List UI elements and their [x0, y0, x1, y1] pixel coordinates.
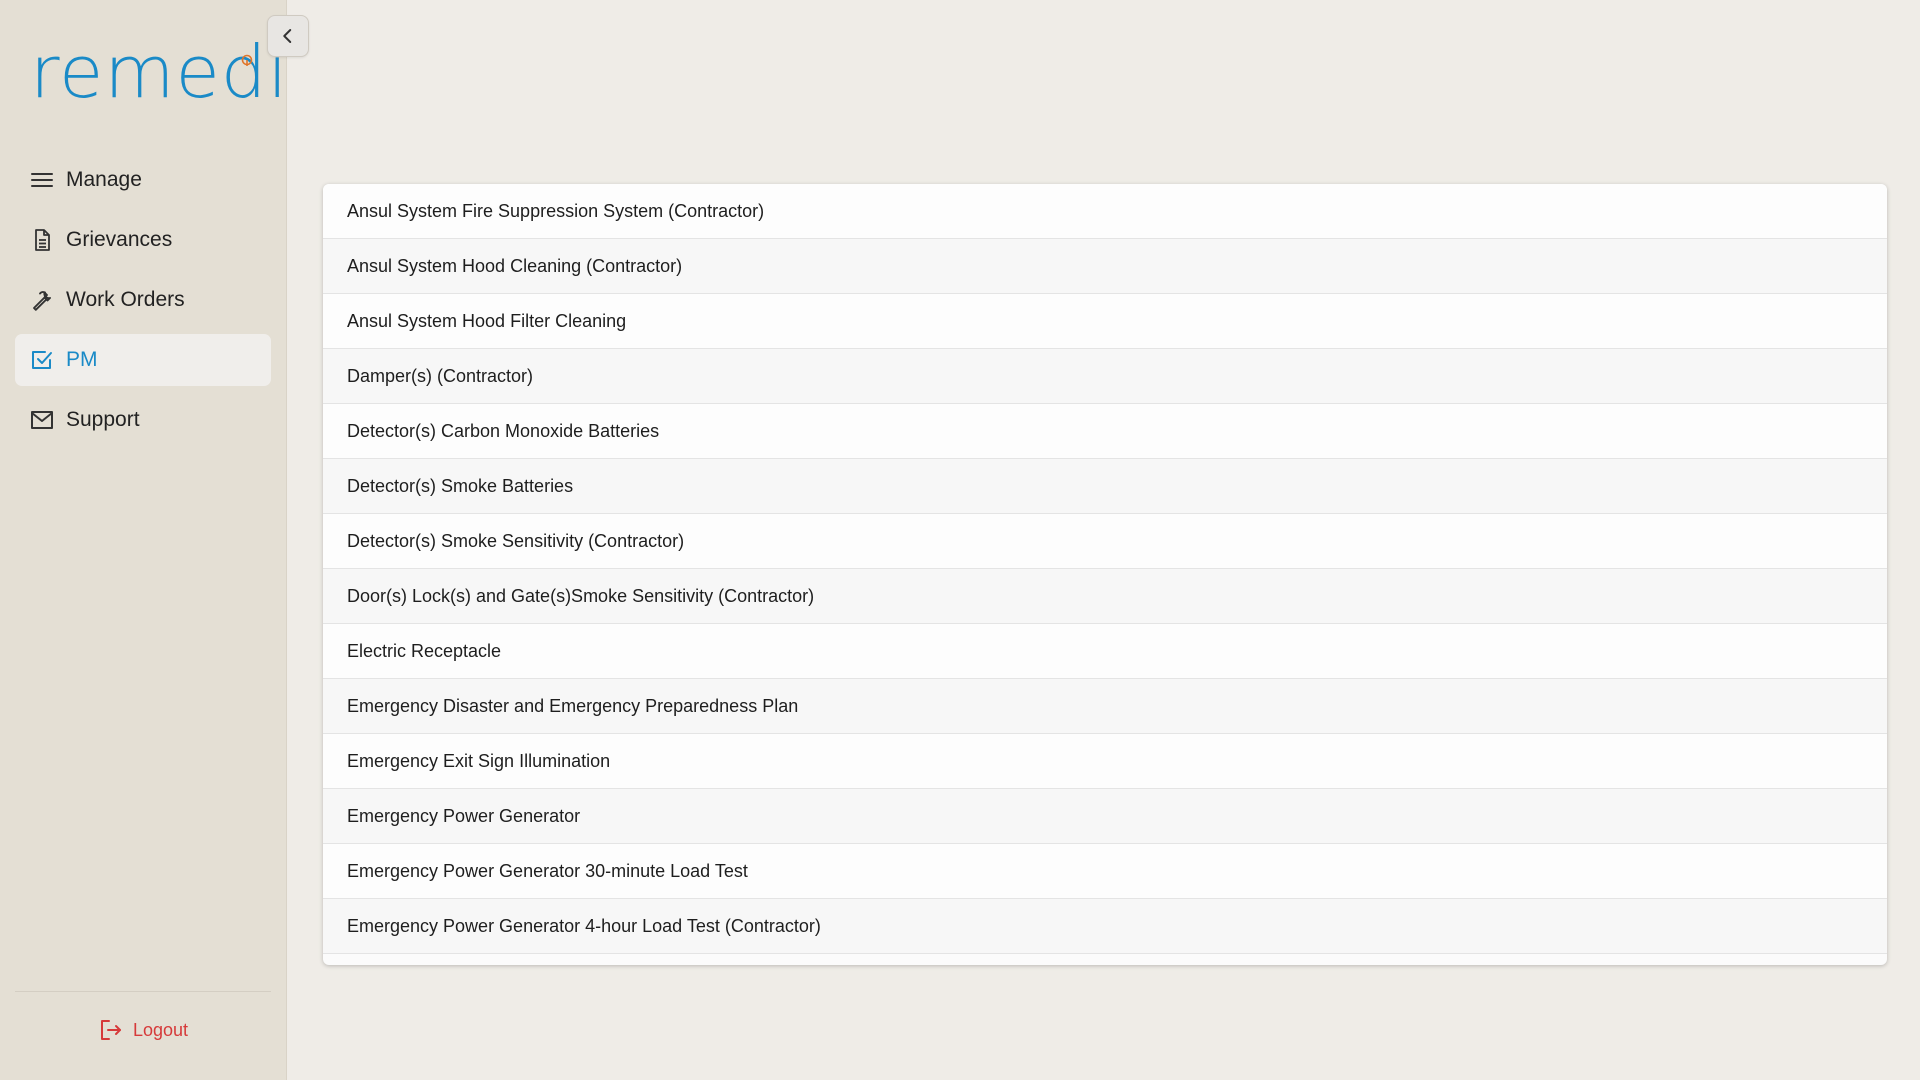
list-item[interactable]: Emergency Power Generator [323, 789, 1887, 844]
logo-accent-icon [241, 54, 253, 66]
collapse-sidebar-button[interactable] [267, 15, 309, 57]
list-item[interactable]: Emergency Exit Sign Illumination [323, 734, 1887, 789]
list-item[interactable]: Emergency Power Generator 4-hour Load Te… [323, 899, 1887, 954]
sidebar-item-work-orders[interactable]: Work Orders [15, 274, 271, 326]
sidebar-item-label: Support [66, 408, 140, 431]
list-item[interactable]: Emergency Power Generator 30-minute Load… [323, 844, 1887, 899]
sidebar-item-pm[interactable]: PM [15, 334, 271, 386]
logout-label: Logout [132, 1019, 189, 1040]
chevron-left-icon [283, 29, 292, 43]
sidebar-item-manage[interactable]: Manage [15, 154, 271, 206]
list-item[interactable]: Ansul System Hood Cleaning (Contractor) [323, 239, 1887, 294]
sidebar-item-label: Grievances [66, 228, 173, 251]
sidebar-item-label: PM [66, 348, 98, 371]
list-item[interactable]: Electric Receptacle [323, 624, 1887, 679]
list-item[interactable]: Damper(s) (Contractor) [323, 349, 1887, 404]
sidebar: remedi Manage Grievances Work Orders PM … [0, 0, 287, 1080]
sidebar-item-label: Work Orders [66, 288, 185, 311]
menu-icon [29, 167, 55, 193]
list-item[interactable]: Detector(s) Carbon Monoxide Batteries [323, 404, 1887, 459]
list-item[interactable]: Ansul System Fire Suppression System (Co… [323, 184, 1887, 239]
wrench-icon [29, 287, 55, 313]
list-item[interactable]: Emergency Disaster and Emergency Prepare… [323, 679, 1887, 734]
logout-button[interactable]: Logout [0, 1018, 287, 1042]
remedi-logo[interactable]: remedi [30, 36, 288, 108]
sidebar-divider [15, 991, 271, 992]
list-item[interactable]: Door(s) Lock(s) and Gate(s)Smoke Sensiti… [323, 569, 1887, 624]
list-item[interactable]: Detector(s) Smoke Batteries [323, 459, 1887, 514]
sidebar-item-label: Manage [66, 168, 142, 191]
sidebar-nav: Manage Grievances Work Orders PM Support [15, 154, 271, 454]
sidebar-item-grievances[interactable]: Grievances [15, 214, 271, 266]
checkbox-icon [29, 347, 55, 373]
logout-icon [99, 1018, 123, 1042]
mail-icon [29, 407, 55, 433]
sidebar-item-support[interactable]: Support [15, 394, 271, 446]
list-item[interactable]: Detector(s) Smoke Sensitivity (Contracto… [323, 514, 1887, 569]
document-icon [29, 227, 55, 253]
list-item[interactable]: Ansul System Hood Filter Cleaning [323, 294, 1887, 349]
pm-task-list: Ansul System Fire Suppression System (Co… [323, 184, 1887, 965]
